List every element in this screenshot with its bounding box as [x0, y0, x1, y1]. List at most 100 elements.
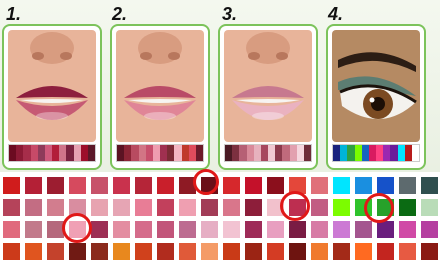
strip-color [174, 145, 182, 161]
color-swatch[interactable] [3, 243, 20, 260]
highlight-ring-4 [364, 193, 394, 223]
card-number-label: 2. [112, 4, 128, 24]
color-swatch[interactable] [179, 221, 196, 238]
color-swatch[interactable] [69, 177, 86, 194]
color-swatch[interactable] [355, 177, 372, 194]
color-swatch[interactable] [311, 199, 328, 216]
color-swatch[interactable] [289, 221, 306, 238]
strip-color [181, 145, 189, 161]
color-swatch[interactable] [25, 221, 42, 238]
color-swatch[interactable] [25, 199, 42, 216]
strip-color [73, 145, 81, 161]
strip-color [30, 145, 38, 161]
card-number-label: 1. [6, 4, 22, 24]
color-swatch[interactable] [113, 199, 130, 216]
color-swatch[interactable] [201, 243, 218, 260]
color-swatch[interactable] [311, 177, 328, 194]
color-swatch[interactable] [157, 199, 174, 216]
color-swatch[interactable] [267, 177, 284, 194]
color-swatch[interactable] [113, 221, 130, 238]
color-strip [116, 144, 204, 162]
color-swatch[interactable] [91, 243, 108, 260]
color-swatch[interactable] [421, 221, 438, 238]
color-swatch[interactable] [355, 243, 372, 260]
color-strip [224, 144, 312, 162]
color-swatch[interactable] [157, 221, 174, 238]
color-swatch[interactable] [267, 221, 284, 238]
strip-color [239, 145, 247, 161]
color-swatch[interactable] [245, 199, 262, 216]
color-swatch[interactable] [3, 199, 20, 216]
color-swatch[interactable] [333, 243, 350, 260]
color-swatch[interactable] [47, 243, 64, 260]
color-swatch[interactable] [179, 199, 196, 216]
strip-color [282, 145, 290, 161]
color-swatch[interactable] [3, 177, 20, 194]
color-swatch[interactable] [355, 221, 372, 238]
color-swatch[interactable] [223, 243, 240, 260]
color-swatch[interactable] [223, 177, 240, 194]
color-strip [332, 144, 420, 162]
color-swatch[interactable] [157, 243, 174, 260]
color-swatch[interactable] [157, 177, 174, 194]
strip-color [404, 145, 412, 161]
strip-color [9, 145, 17, 161]
color-swatch[interactable] [91, 177, 108, 194]
strip-color [275, 145, 283, 161]
color-swatch[interactable] [201, 221, 218, 238]
color-swatch[interactable] [25, 177, 42, 194]
color-swatch[interactable] [399, 221, 416, 238]
color-swatch[interactable] [47, 199, 64, 216]
strip-color [66, 145, 74, 161]
color-swatch[interactable] [91, 221, 108, 238]
color-swatch[interactable] [69, 243, 86, 260]
color-swatch[interactable] [267, 243, 284, 260]
color-swatch[interactable] [135, 199, 152, 216]
color-strip [8, 144, 96, 162]
color-swatch[interactable] [25, 243, 42, 260]
color-swatch[interactable] [333, 177, 350, 194]
strip-color [347, 145, 355, 161]
color-swatch[interactable] [91, 199, 108, 216]
color-swatch[interactable] [245, 221, 262, 238]
color-swatch[interactable] [47, 177, 64, 194]
color-swatch[interactable] [377, 243, 394, 260]
color-swatch[interactable] [135, 177, 152, 194]
strip-color [354, 145, 362, 161]
color-swatch[interactable] [333, 221, 350, 238]
lipstick-1-card[interactable] [2, 24, 102, 170]
color-swatch[interactable] [377, 177, 394, 194]
color-swatch[interactable] [135, 243, 152, 260]
strip-color [268, 145, 276, 161]
strip-color [117, 145, 125, 161]
color-swatch[interactable] [201, 199, 218, 216]
color-swatch[interactable] [399, 177, 416, 194]
color-swatch[interactable] [113, 243, 130, 260]
strip-color [376, 145, 384, 161]
color-swatch[interactable] [421, 243, 438, 260]
color-swatch[interactable] [3, 221, 20, 238]
lipstick-2-card[interactable] [110, 24, 210, 170]
color-swatch[interactable] [421, 199, 438, 216]
color-swatch[interactable] [421, 177, 438, 194]
color-swatch[interactable] [135, 221, 152, 238]
color-swatch[interactable] [245, 243, 262, 260]
color-swatch[interactable] [399, 243, 416, 260]
eyeshadow-4-card[interactable] [326, 24, 426, 170]
color-swatch[interactable] [223, 221, 240, 238]
color-swatch[interactable] [179, 243, 196, 260]
color-swatch[interactable] [377, 221, 394, 238]
color-swatch[interactable] [289, 243, 306, 260]
color-swatch[interactable] [399, 199, 416, 216]
color-swatch[interactable] [311, 243, 328, 260]
strip-color [188, 145, 196, 161]
highlight-ring-3 [62, 213, 92, 243]
color-swatch[interactable] [311, 221, 328, 238]
strip-color [246, 145, 254, 161]
color-swatch[interactable] [245, 177, 262, 194]
color-swatch[interactable] [223, 199, 240, 216]
color-swatch[interactable] [333, 199, 350, 216]
strip-color [195, 145, 204, 161]
color-swatch[interactable] [113, 177, 130, 194]
lipstick-3-card[interactable] [218, 24, 318, 170]
